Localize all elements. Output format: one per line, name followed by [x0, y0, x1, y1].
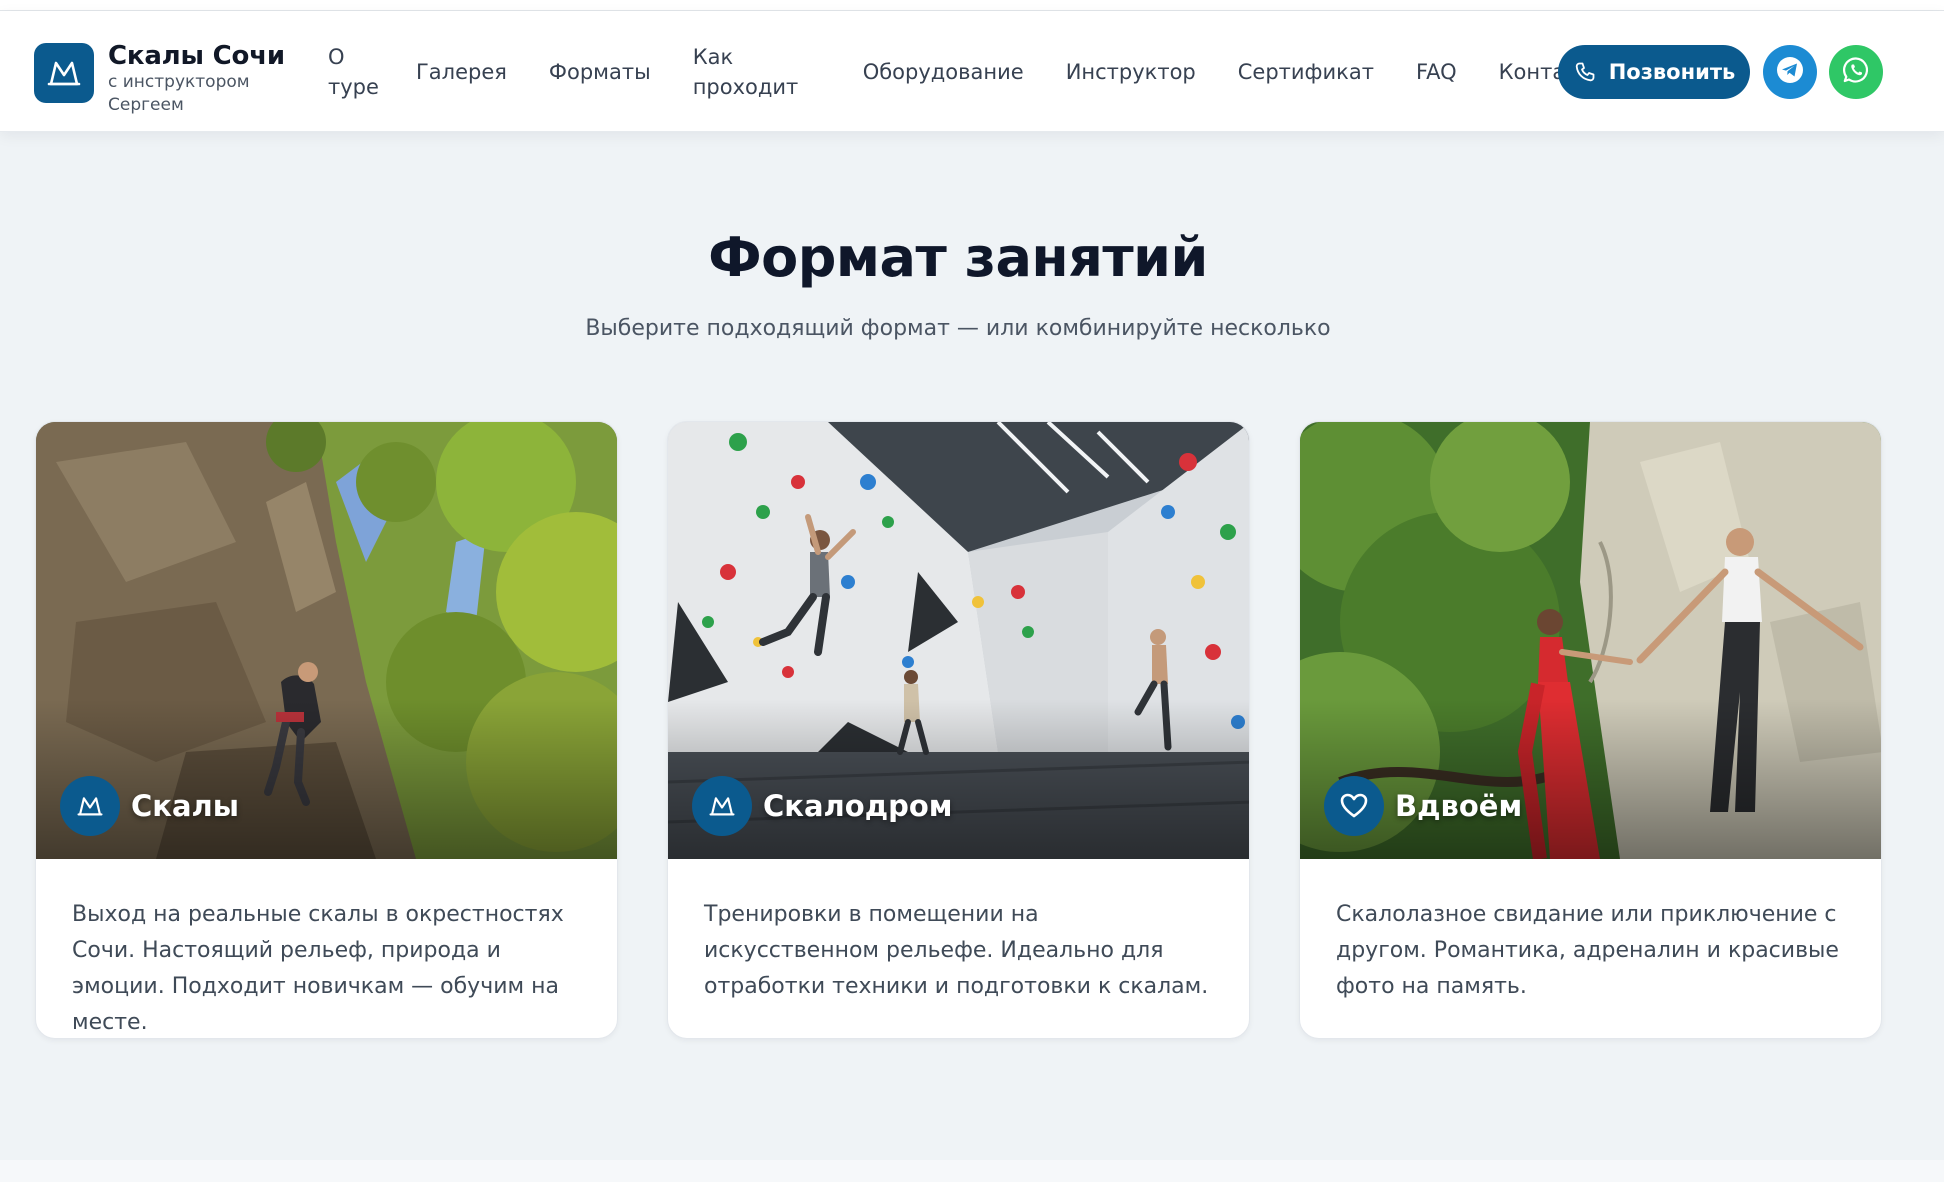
call-button[interactable]: Позвонить [1558, 45, 1750, 99]
climbing-gym-photo: Скалодром [668, 422, 1249, 859]
nav-item-equipment[interactable]: Оборудование [863, 57, 1024, 87]
brand[interactable]: Скалы Сочи с инструктором Сергеем [34, 41, 285, 121]
mountain-icon [692, 776, 752, 836]
section-subtitle: Выберите подходящий формат — или комбини… [585, 316, 1331, 341]
nav-item-faq[interactable]: FAQ [1416, 57, 1457, 87]
format-card-climbing-gym[interactable]: Скалодром Тренировки в помещении на иску… [667, 421, 1250, 1039]
call-button-label: Позвонить [1608, 60, 1736, 84]
nav-item-how-it-goes[interactable]: Как проходит [693, 42, 823, 102]
card-title: Скалы [131, 789, 239, 823]
next-section-edge [0, 1160, 1944, 1182]
rocks-photo: Скалы [36, 422, 617, 859]
format-card-together[interactable]: Вдвоём Скалолазное свидание или приключе… [1299, 421, 1882, 1039]
site-header: Скалы Сочи с инструктором Сергеем О туре… [0, 11, 1944, 132]
couple-photo: Вдвоём [1300, 422, 1881, 859]
nav-item-about[interactable]: О туре [328, 42, 379, 102]
whatsapp-icon [1841, 55, 1871, 89]
card-description: Скалолазное свидание или приключение с д… [1336, 902, 1839, 999]
telegram-icon [1775, 55, 1805, 89]
card-title: Скалодром [763, 789, 953, 823]
whatsapp-button[interactable] [1829, 45, 1883, 99]
telegram-button[interactable] [1763, 45, 1817, 99]
heart-icon [1324, 776, 1384, 836]
brand-subtitle: с инструктором Сергеем [108, 72, 250, 115]
nav-item-instructor[interactable]: Инструктор [1066, 57, 1196, 87]
nav-item-gallery[interactable]: Галерея [416, 57, 507, 87]
top-rule [0, 0, 1944, 11]
card-description: Выход на реальные скалы в окрестностях С… [72, 902, 564, 1035]
media-shade [36, 699, 617, 859]
mountain-icon [60, 776, 120, 836]
media-shade [1300, 699, 1881, 859]
card-description: Тренировки в помещении на искусственном … [704, 902, 1209, 999]
section-title: Формат занятий [708, 226, 1208, 289]
phone-icon [1573, 60, 1597, 84]
nav-item-certificate[interactable]: Сертификат [1238, 57, 1374, 87]
brand-title: Скалы Сочи [108, 41, 285, 71]
format-card-rocks[interactable]: Скалы Выход на реальные скалы в окрестно… [35, 421, 618, 1039]
mountain-icon [34, 43, 94, 103]
card-title: Вдвоём [1395, 789, 1523, 823]
main-nav: О туре Галерея Форматы Как проходит Обор… [300, 11, 1649, 132]
media-shade [668, 699, 1249, 859]
nav-item-formats[interactable]: Форматы [549, 57, 651, 87]
